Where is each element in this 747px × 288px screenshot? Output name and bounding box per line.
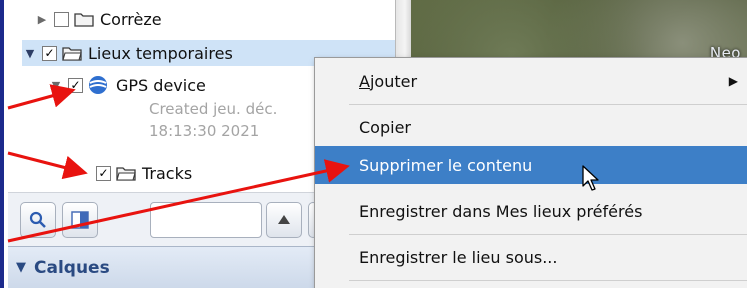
correze-label: Corrèze (100, 9, 162, 29)
submenu-arrow-icon: ▶ (728, 74, 738, 88)
menu-item-enregistrer-favoris-label: Enregistrer dans Mes lieux préférés (359, 201, 643, 221)
menu-item-copier-label: Copier (359, 117, 411, 137)
lieux-temporaires-checkbox[interactable]: ✓ (42, 45, 57, 61)
collapse-arrow-icon[interactable]: ▼ (48, 77, 64, 93)
menu-item-supprimer-le-contenu[interactable]: Supprimer le contenu (315, 146, 747, 184)
panel-toggle-icon (71, 211, 89, 229)
tracks-checkbox[interactable]: ✓ (96, 165, 111, 181)
expand-arrow-icon[interactable]: ▶ (34, 11, 50, 27)
layers-header-label: Calques (34, 257, 110, 278)
menu-item-ajouter-label: jouter (369, 71, 418, 91)
mouse-cursor-icon (582, 165, 599, 191)
tree-item-tracks[interactable]: ✓ Tracks (92, 160, 322, 186)
correze-checkbox[interactable] (54, 11, 69, 27)
lieux-temporaires-label: Lieux temporaires (88, 43, 233, 63)
gps-device-created-line2: 18:13:30 2021 (149, 122, 260, 140)
gps-device-created-line1: Created jeu. déc. (149, 100, 278, 118)
menu-item-enregistrer-favoris[interactable]: Enregistrer dans Mes lieux préférés (315, 192, 747, 230)
menu-item-ajouter[interactable]: Ajouter ▶ (315, 62, 747, 100)
menu-item-enregistrer-lieu-sous[interactable]: Enregistrer le lieu sous... (315, 238, 747, 276)
menu-separator (349, 104, 747, 105)
collapse-arrow-icon[interactable]: ▼ (22, 45, 38, 61)
open-folder-icon (116, 167, 136, 181)
menu-separator (349, 234, 747, 235)
search-icon (29, 211, 46, 228)
gps-device-icon (89, 76, 107, 94)
arrow-up-icon (278, 215, 290, 224)
tree-item-gps-device[interactable]: ▼ ✓ GPS device (48, 72, 348, 98)
places-filter-input[interactable] (150, 202, 262, 238)
menu-item-accel-letter: A (359, 71, 370, 91)
collapse-triangle-icon: ▼ (16, 260, 26, 275)
move-up-button[interactable] (266, 202, 302, 238)
menu-item-supprimer-label: Supprimer le contenu (359, 155, 533, 175)
menu-item-enregistrer-lieu-sous-label: Enregistrer le lieu sous... (359, 247, 558, 267)
menu-separator (349, 280, 747, 281)
folder-icon (74, 13, 94, 27)
open-folder-icon (62, 47, 82, 61)
gps-device-checkbox[interactable]: ✓ (68, 77, 83, 93)
tree-item-correze[interactable]: ▶ Corrèze (34, 6, 398, 32)
google-earth-window: Neo ▶ Corrèze ▼ ✓ Lieux temporaires ▼ ✓ (0, 0, 747, 288)
tracks-label: Tracks (142, 163, 193, 183)
menu-item-copier[interactable]: Copier (315, 108, 747, 146)
search-button[interactable] (20, 202, 56, 238)
gps-device-label: GPS device (116, 75, 206, 95)
toggle-panel-button[interactable] (62, 202, 98, 238)
context-menu: Ajouter ▶ Copier Supprimer le contenu En… (314, 57, 747, 288)
